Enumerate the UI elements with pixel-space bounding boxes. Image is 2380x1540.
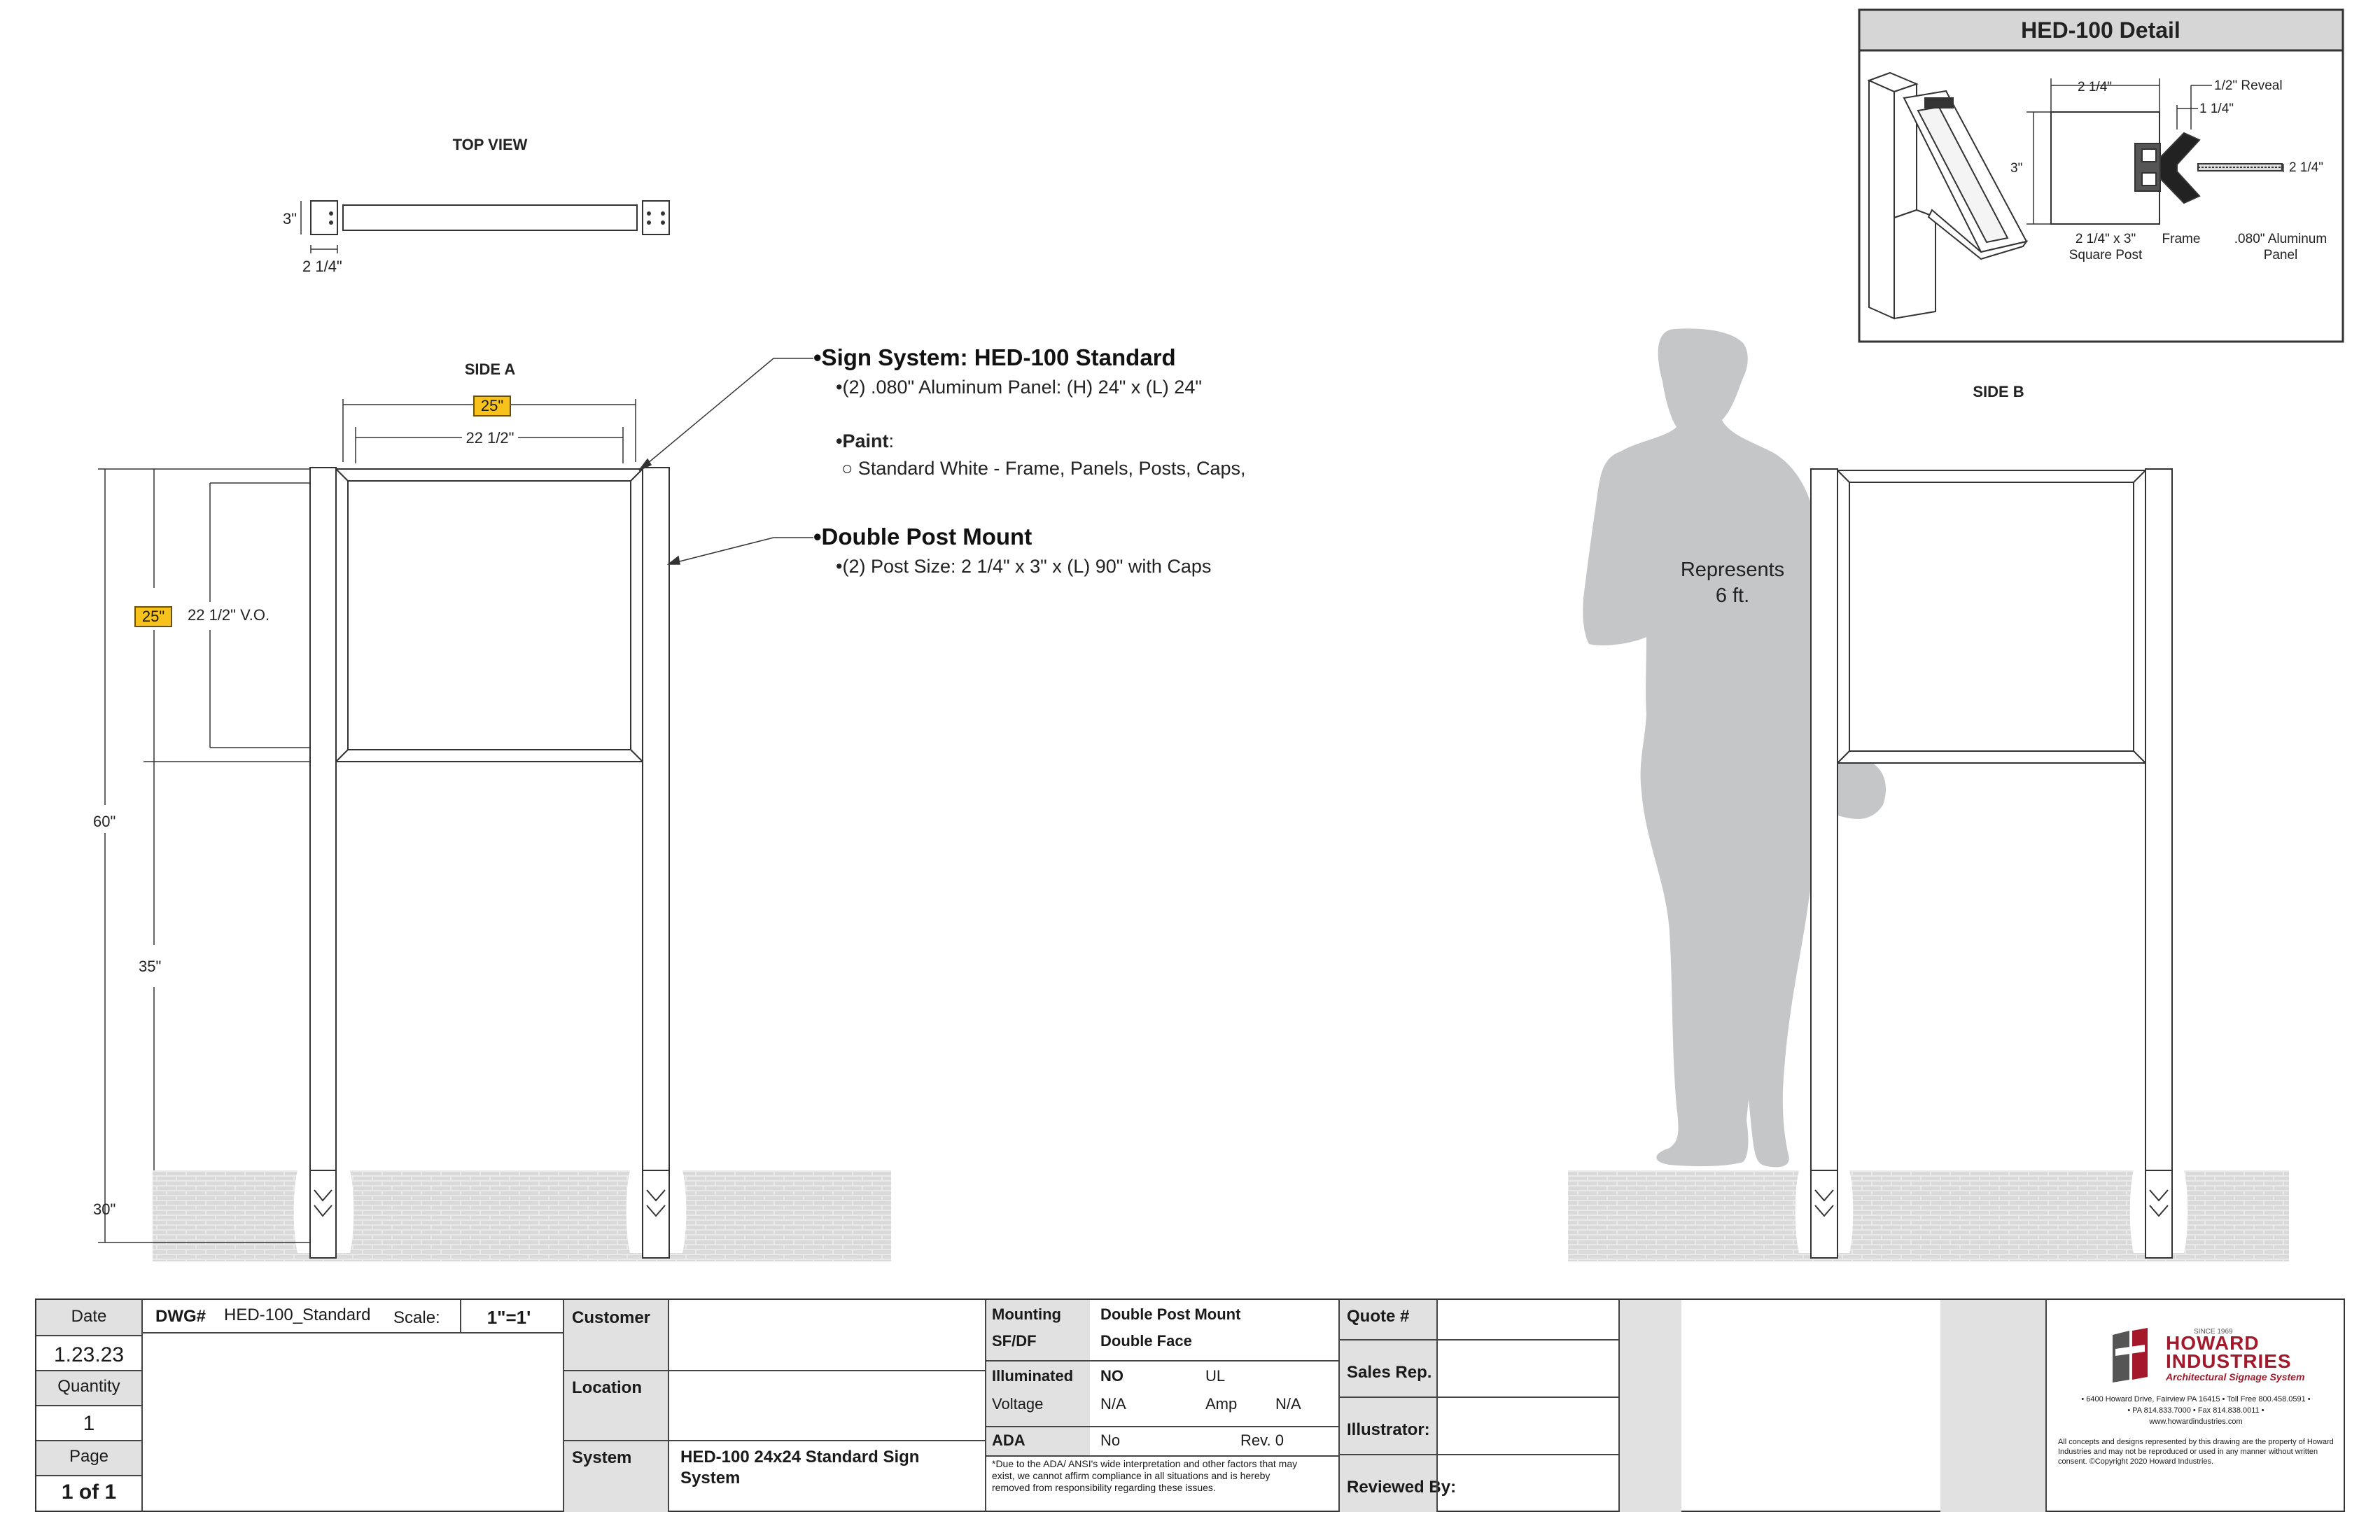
quantity-value: 1 bbox=[83, 1412, 95, 1435]
side-b-panel bbox=[1849, 482, 2134, 752]
dim-height-vo: 22 1/2" V.O. bbox=[188, 606, 270, 624]
amp-value: N/A bbox=[1275, 1395, 1301, 1413]
dim-post-to-panel: 35" bbox=[139, 958, 161, 975]
detail-dim-width: 2 1/4" bbox=[2078, 80, 2112, 94]
ada-label: ADA bbox=[992, 1432, 1026, 1449]
illustrator-label: Illustrator: bbox=[1347, 1420, 1430, 1439]
detail-dim-right: 2 1/4" bbox=[2289, 160, 2323, 175]
top-view-post-right bbox=[642, 200, 670, 235]
date-label: Date bbox=[71, 1307, 107, 1326]
company-name-2: INDUSTRIES bbox=[2166, 1350, 2292, 1372]
sfdf-value: Double Face bbox=[1100, 1332, 1192, 1350]
side-a-panel bbox=[347, 480, 631, 750]
page-label: Page bbox=[69, 1447, 109, 1466]
location-label: Location bbox=[572, 1378, 642, 1397]
detail-label-panel-1: .080" Aluminum bbox=[2234, 232, 2327, 246]
scale-label: Scale: bbox=[393, 1308, 440, 1327]
title-block: Date 1.23.23 Quantity 1 Page 1 of 1 DWG#… bbox=[35, 1298, 2345, 1512]
blank-column-1 bbox=[1618, 1300, 1681, 1512]
person-scale-label-2: 6 ft. bbox=[1716, 584, 1749, 607]
callout-post-spec: •(2) Post Size: 2 1/4" x 3" x (L) 90" wi… bbox=[836, 556, 1212, 577]
callout-sign-system: •Sign System: HED-100 Standard •(2) .080… bbox=[813, 344, 1246, 479]
top-view-panel bbox=[342, 204, 638, 231]
page-value: 1 of 1 bbox=[61, 1480, 117, 1504]
reviewed-label: Reviewed By: bbox=[1347, 1478, 1457, 1497]
mounting-value: Double Post Mount bbox=[1100, 1306, 1241, 1323]
ul-label: UL bbox=[1205, 1367, 1226, 1385]
company-legal: All concepts and designs represented by … bbox=[2058, 1438, 2334, 1466]
side-b-post-right bbox=[2145, 468, 2173, 1247]
illuminated-value: NO bbox=[1100, 1367, 1124, 1385]
ada-value: No bbox=[1100, 1432, 1121, 1449]
blank-column-2 bbox=[1940, 1300, 2045, 1512]
company-logo: SINCE 1969 HOWARD INDUSTRIES Architectur… bbox=[2108, 1328, 2304, 1384]
side-a-post-left bbox=[309, 467, 337, 1245]
side-a-sign bbox=[309, 467, 670, 1245]
dim-height-overall-badge: 25" bbox=[134, 606, 172, 627]
detail-label-post-1: 2 1/4" x 3" bbox=[2076, 232, 2136, 246]
detail-label-post-2: Square Post bbox=[2069, 248, 2143, 262]
dim-total-height: 60" bbox=[93, 813, 115, 830]
salesrep-label: Sales Rep. bbox=[1347, 1363, 1432, 1382]
hed-100-detail: HED-100 Detail 2 1/4" 1/2" Reveal 1 1/4"… bbox=[1858, 8, 2344, 343]
dim-width-overall-badge: 25" bbox=[473, 396, 511, 416]
company-address-2: • PA 814.833.7000 • Fax 814.838.0011 • bbox=[2127, 1406, 2264, 1415]
company-website[interactable]: www.howardindustries.com bbox=[2052, 1418, 2339, 1426]
voltage-value: N/A bbox=[1100, 1395, 1126, 1413]
callout-sign-system-title: •Sign System: HED-100 Standard bbox=[813, 344, 1176, 370]
quote-label: Quote # bbox=[1347, 1307, 1410, 1326]
ada-disclaimer: *Due to the ADA/ ANSI's wide interpretat… bbox=[992, 1458, 1298, 1493]
callout-paint-colon: : bbox=[888, 430, 894, 451]
ground-left bbox=[153, 1170, 891, 1261]
company-tagline: Architectural Signage Systems bbox=[2166, 1371, 2304, 1382]
callout-panel-spec: •(2) .080" Aluminum Panel: (H) 24" x (L)… bbox=[836, 377, 1202, 398]
side-b-label: SIDE B bbox=[1973, 383, 2024, 400]
detail-label-frame: Frame bbox=[2162, 232, 2201, 246]
callout-mount: •Double Post Mount •(2) Post Size: 2 1/4… bbox=[813, 524, 1211, 578]
top-view-label: TOP VIEW bbox=[453, 136, 528, 153]
detail-label-panel-2: Panel bbox=[2264, 248, 2298, 262]
dim-width-vo: 22 1/2" bbox=[466, 429, 514, 447]
person-scale-label-1: Represents bbox=[1681, 559, 1784, 581]
dwg-value: HED-100_Standard bbox=[224, 1306, 371, 1324]
dwg-label: DWG# bbox=[155, 1307, 206, 1326]
sfdf-label: SF/DF bbox=[992, 1332, 1037, 1350]
side-a-label: SIDE A bbox=[465, 360, 516, 378]
voltage-label: Voltage bbox=[992, 1395, 1044, 1413]
side-a-post-right bbox=[642, 467, 670, 1245]
top-view-dim-depth: 3" bbox=[283, 210, 297, 227]
dim-embed-depth: 30" bbox=[93, 1200, 115, 1218]
side-b-sign bbox=[1810, 468, 2173, 1247]
detail-title: HED-100 Detail bbox=[2021, 18, 2180, 43]
side-b-post-left bbox=[1810, 468, 1838, 1247]
callout-mount-title: •Double Post Mount bbox=[813, 524, 1032, 550]
detail-dim-reveal: 1/2" Reveal bbox=[2214, 78, 2283, 93]
date-value: 1.23.23 bbox=[53, 1343, 125, 1366]
quantity-label: Quantity bbox=[57, 1377, 120, 1396]
system-label: System bbox=[572, 1448, 632, 1467]
illuminated-label: Illuminated bbox=[992, 1367, 1074, 1385]
top-view: TOP VIEW 3" 2 1/4" bbox=[283, 136, 670, 275]
detail-dim-114: 1 1/4" bbox=[2199, 102, 2234, 116]
top-view-post-left bbox=[310, 200, 338, 235]
callout-paint-label: •Paint bbox=[836, 430, 889, 451]
company-address-1: • 6400 Howard Drive, Fairview PA 16415 •… bbox=[2081, 1395, 2311, 1404]
callout-paint: •Paint: bbox=[813, 430, 1246, 452]
scale-value: 1"=1' bbox=[486, 1307, 531, 1328]
system-value: HED-100 24x24 Standard Sign System bbox=[680, 1448, 920, 1488]
rev-value: Rev. 0 bbox=[1240, 1432, 1284, 1449]
top-view-dim-width: 2 1/4" bbox=[302, 258, 342, 275]
detail-dim-3: 3" bbox=[2010, 161, 2022, 176]
mounting-label: Mounting bbox=[992, 1306, 1061, 1323]
customer-label: Customer bbox=[572, 1308, 651, 1327]
callout-paint-option: ○ Standard White - Frame, Panels, Posts,… bbox=[841, 458, 1246, 479]
amp-label: Amp bbox=[1205, 1395, 1238, 1413]
